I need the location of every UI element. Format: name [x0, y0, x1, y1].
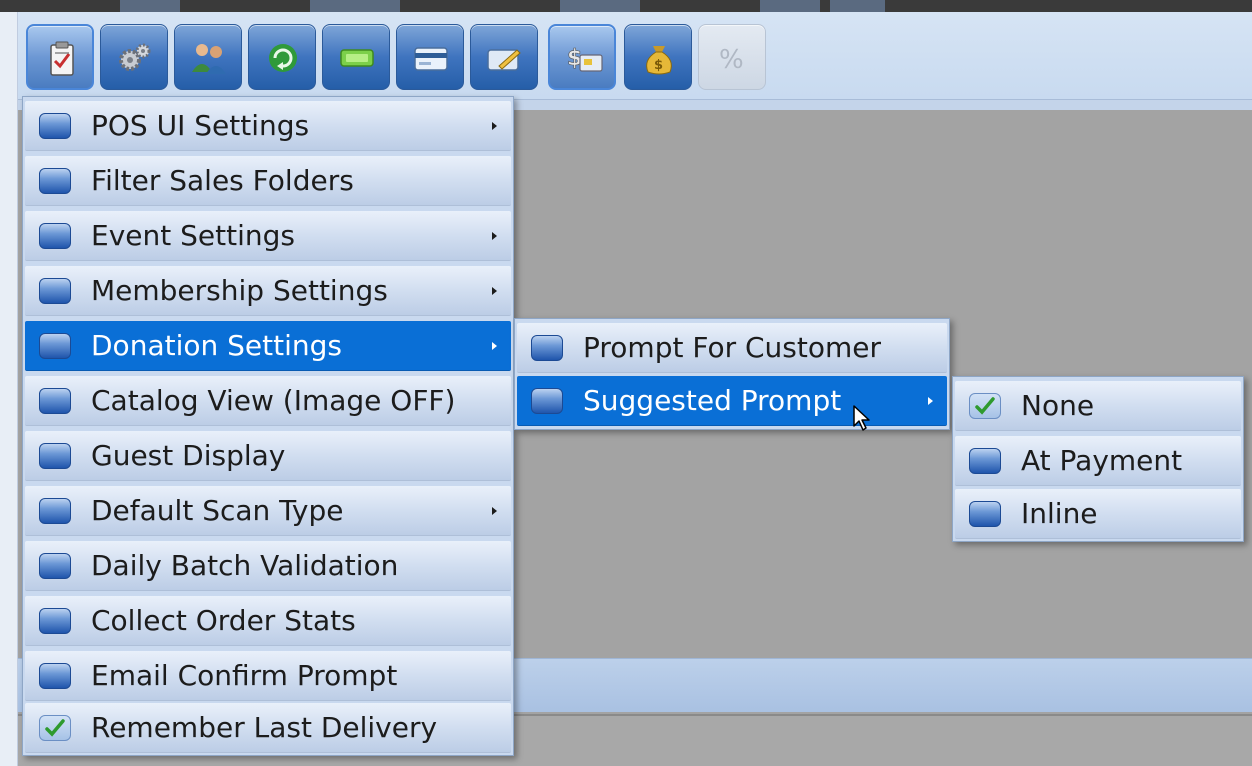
gears-icon	[119, 43, 151, 71]
window-top-strip	[0, 0, 1252, 12]
menu-item-default-scan-type[interactable]: Default Scan Type	[25, 484, 511, 538]
menu-item-filter-sales-folders[interactable]: Filter Sales Folders	[25, 154, 511, 208]
submenu-arrow-icon	[492, 507, 497, 515]
credit-card-icon	[414, 47, 448, 71]
menu-item-checkbox	[969, 393, 1001, 419]
toolbar-button-users[interactable]	[174, 24, 242, 90]
menu-item-none[interactable]: None	[955, 379, 1241, 433]
menu-item-suggested-prompt[interactable]: Suggested Prompt	[517, 374, 947, 428]
menu-item-icon	[969, 501, 1001, 527]
menu-item-icon	[39, 663, 71, 689]
toolbar-button-money[interactable]: $	[624, 24, 692, 90]
checkmark-icon	[975, 397, 995, 415]
submenu-arrow-icon	[492, 232, 497, 240]
toolbar-button-settings[interactable]	[100, 24, 168, 90]
menu-item-icon	[39, 223, 71, 249]
left-edge	[0, 12, 18, 766]
menu-item-prompt-for-customer[interactable]: Prompt For Customer	[517, 321, 947, 375]
donation-settings-submenu: Prompt For Customer Suggested Prompt	[514, 318, 950, 430]
menu-item-collect-order-stats[interactable]: Collect Order Stats	[25, 594, 511, 648]
submenu-arrow-icon	[492, 122, 497, 130]
settings-menu: POS UI Settings Filter Sales Folders Eve…	[22, 96, 514, 756]
menu-item-pos-ui-settings[interactable]: POS UI Settings	[25, 99, 511, 153]
menu-item-icon	[39, 168, 71, 194]
clipboard-icon	[50, 41, 74, 76]
checkmark-icon	[45, 719, 65, 737]
menu-item-at-payment[interactable]: At Payment	[955, 434, 1241, 488]
menu-item-icon	[39, 388, 71, 414]
toolbar-button-discount[interactable]: %	[698, 24, 766, 90]
menu-item-remember-last-delivery[interactable]: Remember Last Delivery	[25, 701, 511, 755]
menu-item-icon	[531, 388, 563, 414]
menu-item-icon	[39, 553, 71, 579]
menu-item-inline[interactable]: Inline	[955, 487, 1241, 541]
menu-item-guest-display[interactable]: Guest Display	[25, 429, 511, 483]
menu-item-icon	[531, 335, 563, 361]
toolbar-button-refresh[interactable]	[248, 24, 316, 90]
money-bag-icon: $	[646, 46, 672, 75]
pen-card-icon	[487, 49, 521, 71]
submenu-arrow-icon	[492, 287, 497, 295]
refresh-icon	[269, 44, 297, 72]
toolbar-button-ticket[interactable]	[322, 24, 390, 90]
menu-item-donation-settings[interactable]: Donation Settings	[25, 319, 511, 373]
money-card-icon: $	[567, 46, 603, 72]
menu-item-icon	[39, 498, 71, 524]
menu-item-icon	[39, 443, 71, 469]
toolbar-button-clipboard[interactable]	[26, 24, 94, 90]
mouse-cursor-icon	[853, 405, 870, 431]
menu-item-catalog-view[interactable]: Catalog View (Image OFF)	[25, 374, 511, 428]
menu-item-email-confirm-prompt[interactable]: Email Confirm Prompt	[25, 649, 511, 703]
svg-text:%: %	[719, 45, 744, 75]
menu-item-checkbox	[39, 715, 71, 741]
submenu-arrow-icon	[928, 397, 933, 405]
toolbar-button-edit-card[interactable]	[470, 24, 538, 90]
menu-item-icon	[39, 113, 71, 139]
menu-item-membership-settings[interactable]: Membership Settings	[25, 264, 511, 318]
submenu-arrow-icon	[492, 342, 497, 350]
toolbar-button-payment[interactable]: $	[548, 24, 616, 90]
svg-text:$: $	[654, 58, 663, 73]
percent-icon: %	[719, 45, 744, 75]
menu-item-icon	[39, 608, 71, 634]
menu-item-event-settings[interactable]: Event Settings	[25, 209, 511, 263]
ticket-icon	[340, 49, 374, 67]
toolbar-button-card[interactable]	[396, 24, 464, 90]
menu-item-icon	[39, 278, 71, 304]
suggested-prompt-submenu: None At Payment Inline	[952, 376, 1244, 542]
menu-item-icon	[969, 448, 1001, 474]
menu-item-icon	[39, 333, 71, 359]
menu-item-daily-batch-validation[interactable]: Daily Batch Validation	[25, 539, 511, 593]
users-icon	[192, 44, 226, 74]
